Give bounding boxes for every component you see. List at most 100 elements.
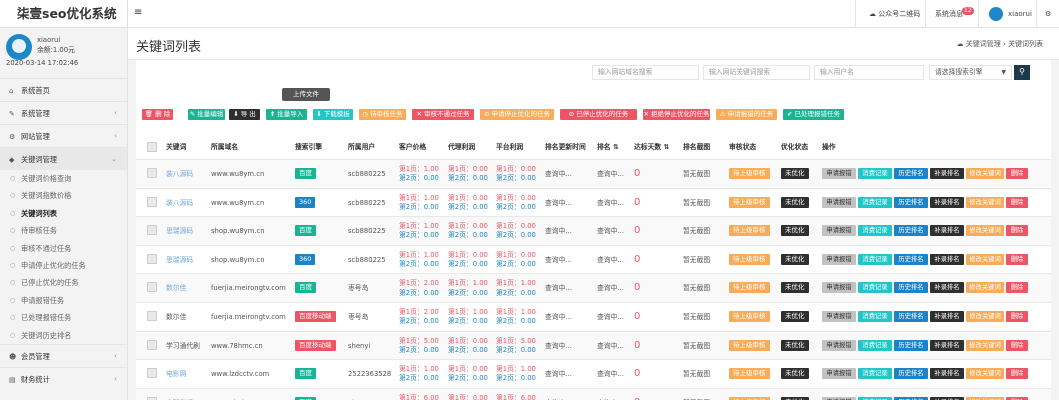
action-button-5[interactable]: 删除	[1006, 168, 1028, 179]
toolbar-button-5[interactable]: ◷ 待审核任务	[359, 109, 406, 120]
column-header[interactable]: 排名 ⇅	[597, 135, 619, 159]
sidebar-sub-item[interactable]: ○ 审核不通过任务	[0, 240, 127, 257]
action-button-4[interactable]: 修改关键词	[966, 253, 1004, 265]
row-checkbox[interactable]	[147, 368, 157, 379]
keyword-link[interactable]: 数尔佳	[166, 274, 186, 302]
hamburger-icon[interactable]: ≡	[134, 7, 142, 18]
action-button-3[interactable]: 补录排名	[930, 311, 964, 322]
action-button-5[interactable]: 删除	[1006, 368, 1028, 380]
action-button-4[interactable]: 修改关键词	[966, 368, 1004, 380]
row-checkbox[interactable]	[147, 196, 157, 207]
toolbar-button-7[interactable]: ⊖ 申请停止优化的任务	[480, 109, 554, 120]
sidebar-item-home[interactable]: ⌂ 系统首页	[0, 78, 127, 101]
sidebar-sub-item[interactable]: ○ 关键词价格查询	[0, 170, 127, 187]
upload-file-button[interactable]: 上传文件	[282, 88, 330, 101]
action-button-1[interactable]: 消费记录	[858, 368, 892, 380]
action-button-1[interactable]: 消费记录	[858, 282, 892, 294]
action-button-0[interactable]: 申请报错	[822, 368, 856, 380]
action-button-5[interactable]: 删除	[1006, 282, 1028, 294]
sidebar-sub-item[interactable]: ○ 关键词历史排名	[0, 327, 127, 344]
keyword-search-input[interactable]: 输入网站关键词搜索	[703, 65, 810, 80]
toolbar-button-10[interactable]: ⚠ 申请报错的任务	[716, 109, 777, 120]
action-button-0[interactable]: 申请报错	[822, 339, 856, 351]
action-button-1[interactable]: 消费记录	[858, 253, 892, 265]
site-search-input[interactable]: 输入网站域名搜索	[592, 65, 699, 80]
action-button-2[interactable]: 历史排名	[894, 196, 928, 208]
keyword-link[interactable]: 思瑞源码	[166, 246, 193, 274]
sidebar-sub-item[interactable]: ○ 关键词指数价格	[0, 187, 127, 204]
action-button-1[interactable]: 消费记录	[858, 196, 892, 208]
toolbar-button-3[interactable]: ⬆ 批量导入	[266, 109, 307, 120]
action-button-5[interactable]: 删除	[1006, 196, 1028, 208]
action-button-1[interactable]: 消费记录	[858, 225, 892, 237]
action-button-2[interactable]: 历史排名	[894, 253, 928, 265]
toolbar-button-6[interactable]: ✕ 审核不通过任务	[412, 109, 474, 120]
action-button-0[interactable]: 申请报错	[822, 282, 856, 294]
user-menu[interactable]: xiaorui	[989, 0, 1032, 28]
settings-icon[interactable]: ⚙	[1045, 0, 1051, 28]
action-button-2[interactable]: 历史排名	[894, 168, 928, 179]
action-button-4[interactable]: 修改关键词	[966, 339, 1004, 351]
action-button-3[interactable]: 补录排名	[930, 196, 964, 208]
qr-code-link[interactable]: ☁ 公众号二维码	[869, 0, 920, 28]
action-button-3[interactable]: 补录排名	[930, 225, 964, 237]
action-button-2[interactable]: 历史排名	[894, 225, 928, 237]
action-button-5[interactable]: 删除	[1006, 253, 1028, 265]
row-checkbox[interactable]	[147, 225, 157, 236]
engine-select[interactable]: 请选择搜索引擎 ▼	[929, 65, 1012, 80]
action-button-5[interactable]: 删除	[1006, 225, 1028, 237]
action-button-3[interactable]: 补录排名	[930, 253, 964, 265]
action-button-4[interactable]: 修改关键词	[966, 168, 1004, 179]
toolbar-button-0[interactable]: 🗑 删 除	[142, 109, 173, 120]
sidebar-sub-item[interactable]: ○ 申请报错任务	[0, 292, 127, 309]
action-button-0[interactable]: 申请报错	[822, 253, 856, 265]
column-header[interactable]: 达标天数 ⇅	[634, 135, 669, 159]
action-button-2[interactable]: 历史排名	[894, 311, 928, 322]
action-button-2[interactable]: 历史排名	[894, 339, 928, 351]
action-button-0[interactable]: 申请报错	[822, 225, 856, 237]
sidebar-item-site[interactable]: ⚙ 网站管理 ‹	[0, 124, 127, 147]
row-checkbox[interactable]	[147, 282, 157, 293]
action-button-1[interactable]: 消费记录	[858, 168, 892, 179]
action-button-3[interactable]: 补录排名	[930, 282, 964, 294]
sidebar-sub-item-active[interactable]: ○ 关键词列表	[0, 205, 127, 222]
toolbar-button-11[interactable]: ✔ 已处理报错任务	[783, 109, 844, 120]
action-button-4[interactable]: 修改关键词	[966, 196, 1004, 208]
select-all-checkbox[interactable]	[147, 142, 157, 152]
action-button-0[interactable]: 申请报错	[822, 311, 856, 322]
toolbar-button-1[interactable]: ✎ 批量编辑	[188, 109, 225, 120]
action-button-3[interactable]: 补录排名	[930, 368, 964, 380]
keyword-link[interactable]: 思瑞源码	[166, 217, 193, 245]
action-button-4[interactable]: 修改关键词	[966, 311, 1004, 322]
action-button-3[interactable]: 补录排名	[930, 339, 964, 351]
action-button-5[interactable]: 删除	[1006, 311, 1028, 322]
avatar[interactable]	[6, 34, 32, 60]
action-button-4[interactable]: 修改关键词	[966, 225, 1004, 237]
action-button-3[interactable]: 补录排名	[930, 168, 964, 179]
sidebar-item-finance[interactable]: ▤ 财务统计 ‹	[0, 366, 127, 390]
row-checkbox[interactable]	[147, 168, 157, 178]
sidebar-sub-item[interactable]: ○ 申请停止优化的任务	[0, 257, 127, 274]
action-button-1[interactable]: 消费记录	[858, 339, 892, 351]
system-message-link[interactable]: 系统消息12	[935, 0, 974, 28]
action-button-2[interactable]: 历史排名	[894, 282, 928, 294]
sidebar-sub-item[interactable]: ○ 已处理报错任务	[0, 309, 127, 326]
sidebar-sub-item[interactable]: ○ 已停止优化的任务	[0, 274, 127, 291]
keyword-link[interactable]: 装八源码	[166, 160, 193, 188]
user-search-input[interactable]: 输入用户名	[814, 65, 924, 80]
search-button[interactable]: ⚲	[1014, 65, 1030, 80]
row-checkbox[interactable]	[147, 339, 157, 350]
user-name[interactable]: xiaorui	[37, 35, 127, 45]
toolbar-button-4[interactable]: ⬇ 下载模板	[313, 109, 353, 120]
keyword-link[interactable]: 电影网	[166, 360, 186, 388]
row-checkbox[interactable]	[147, 311, 157, 321]
toolbar-button-2[interactable]: ⬇ 导 出	[229, 109, 260, 120]
sidebar-item-keyword[interactable]: ◆ 关键词管理 ⌄	[0, 147, 127, 170]
row-checkbox[interactable]	[147, 253, 157, 264]
action-button-2[interactable]: 历史排名	[894, 368, 928, 380]
action-button-0[interactable]: 申请报错	[822, 196, 856, 208]
action-button-1[interactable]: 消费记录	[858, 311, 892, 322]
action-button-5[interactable]: 删除	[1006, 339, 1028, 351]
sidebar-item-system[interactable]: ✎ 系统管理 ‹	[0, 101, 127, 124]
toolbar-button-9[interactable]: ✕ 拒绝停止优化的任务	[643, 109, 710, 120]
